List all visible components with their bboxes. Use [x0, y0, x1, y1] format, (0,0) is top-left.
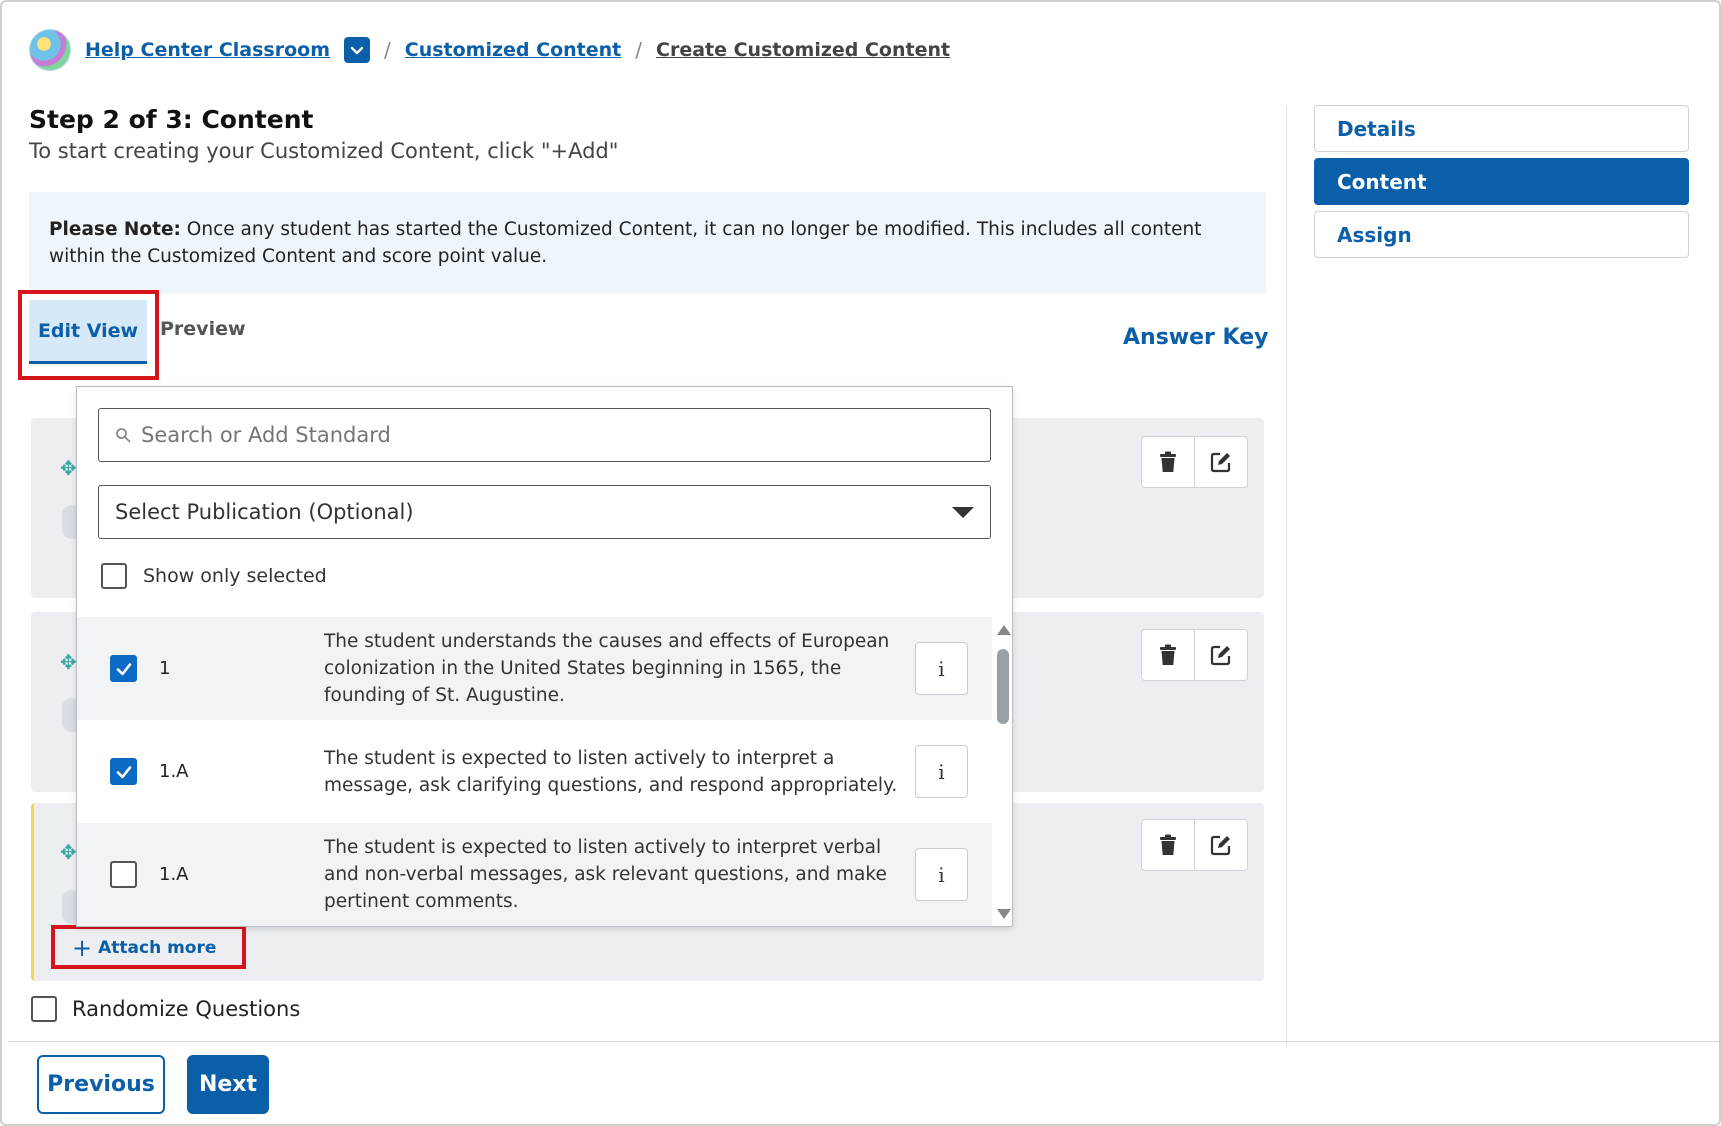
page-title: Step 2 of 3: Content [29, 105, 314, 134]
standard-checkbox[interactable] [110, 861, 137, 888]
chevron-down-icon [350, 46, 364, 55]
standard-code: 1.A [159, 864, 189, 885]
standard-code: 1.A [159, 761, 189, 782]
drag-icon[interactable]: ✥ [60, 456, 77, 480]
note-text: Once any student has started the Customi… [49, 219, 1202, 267]
drag-icon[interactable]: ✥ [60, 650, 77, 674]
info-button[interactable]: i [915, 642, 968, 695]
check-icon [116, 662, 131, 675]
publication-select[interactable]: Select Publication (Optional) [98, 485, 991, 539]
note-label: Please Note: [49, 219, 181, 240]
edit-button[interactable] [1194, 630, 1247, 680]
trash-icon [1160, 451, 1176, 472]
info-icon: i [938, 759, 945, 784]
caret-down-icon [952, 506, 974, 518]
delete-button[interactable] [1142, 630, 1194, 680]
breadcrumb-customized-link[interactable]: Customized Content [405, 39, 622, 61]
scroll-up-icon[interactable] [997, 625, 1011, 635]
previous-button[interactable]: Previous [37, 1055, 165, 1114]
standards-list: 1 The student understands the causes and… [77, 617, 992, 927]
show-only-selected[interactable]: Show only selected [101, 563, 327, 589]
edit-icon [1210, 452, 1231, 473]
highlight-box [18, 290, 159, 380]
standards-dropdown-panel: Select Publication (Optional) Show only … [76, 386, 1013, 927]
card-action-group [1141, 819, 1248, 871]
globe-icon [29, 29, 71, 71]
next-button[interactable]: Next [187, 1055, 269, 1114]
sidebar-item-content[interactable]: Content [1314, 158, 1689, 205]
standard-search-input[interactable] [141, 423, 961, 447]
breadcrumb-separator: / [384, 38, 391, 62]
check-icon [116, 765, 131, 778]
edit-button[interactable] [1194, 437, 1247, 487]
show-only-selected-checkbox[interactable] [101, 563, 127, 589]
drag-icon[interactable]: ✥ [60, 840, 77, 864]
note-banner: Please Note: Once any student has starte… [29, 192, 1266, 294]
delete-button[interactable] [1142, 820, 1194, 870]
sidebar-item-assign[interactable]: Assign [1314, 211, 1689, 258]
card-action-group [1141, 436, 1248, 488]
search-icon [116, 428, 131, 443]
trash-icon [1160, 834, 1176, 855]
publication-select-value: Select Publication (Optional) [115, 500, 414, 524]
standard-search-field[interactable] [98, 408, 991, 462]
randomize-questions[interactable]: Randomize Questions [31, 996, 300, 1022]
standard-description: The student is expected to listen active… [324, 747, 898, 796]
scroll-down-icon[interactable] [997, 909, 1011, 919]
list-item[interactable]: 1 The student understands the causes and… [77, 617, 992, 720]
randomize-checkbox[interactable] [31, 996, 57, 1022]
edit-icon [1210, 645, 1231, 666]
info-button[interactable]: i [915, 745, 968, 798]
info-icon: i [938, 656, 945, 681]
tab-preview[interactable]: Preview [160, 318, 246, 340]
list-item[interactable]: 1.A The student is expected to listen ac… [77, 720, 992, 823]
breadcrumb-current: Create Customized Content [656, 39, 951, 61]
standard-code: 1 [159, 658, 171, 679]
standard-description: The student is expected to listen active… [324, 837, 887, 912]
show-only-selected-label: Show only selected [143, 565, 327, 587]
page-subtitle: To start creating your Customized Conten… [29, 139, 619, 163]
info-button[interactable]: i [915, 848, 968, 901]
footer-divider [8, 1041, 1719, 1042]
card-action-group [1141, 629, 1248, 681]
breadcrumb-separator: / [635, 38, 642, 62]
edit-button[interactable] [1194, 820, 1247, 870]
info-icon: i [938, 862, 945, 887]
highlight-box [51, 925, 246, 969]
breadcrumb-classroom-link[interactable]: Help Center Classroom [85, 39, 330, 61]
randomize-label: Randomize Questions [72, 997, 301, 1021]
delete-button[interactable] [1142, 437, 1194, 487]
breadcrumb: Help Center Classroom / Customized Conte… [29, 28, 950, 72]
standard-checkbox[interactable] [110, 655, 137, 682]
standard-checkbox[interactable] [110, 758, 137, 785]
list-item[interactable]: 1.A The student is expected to listen ac… [77, 823, 992, 926]
classroom-dropdown-button[interactable] [344, 37, 370, 63]
panel-divider [1286, 106, 1287, 1046]
trash-icon [1160, 644, 1176, 665]
answer-key-link[interactable]: Answer Key [1123, 325, 1268, 350]
sidebar-item-details[interactable]: Details [1314, 105, 1689, 152]
edit-icon [1210, 835, 1231, 856]
standard-description: The student understands the causes and e… [324, 631, 890, 706]
scrollbar-thumb[interactable] [997, 649, 1009, 724]
list-scrollbar[interactable] [993, 617, 1013, 927]
